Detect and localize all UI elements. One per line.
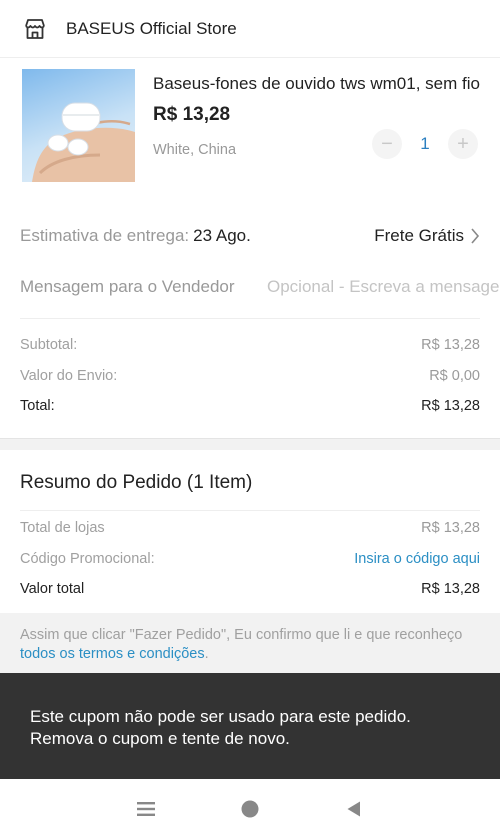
menu-icon[interactable] <box>94 789 198 829</box>
decrement-button[interactable]: − <box>372 129 402 159</box>
seller-message-label: Mensagem para o Vendedor <box>20 277 235 296</box>
error-toast: Este cupom não pode ser usado para este … <box>0 673 500 779</box>
delivery-label: Estimativa de entrega: <box>20 226 190 245</box>
back-icon[interactable] <box>302 789 406 829</box>
store-icon <box>22 16 48 42</box>
total-value: R$ 13,28 <box>421 398 480 414</box>
total-row: Total: R$ 13,28 <box>20 398 480 414</box>
store-name: BASEUS Official Store <box>66 18 237 38</box>
terms-notice: Assim que clicar "Fazer Pedido", Eu conf… <box>0 613 500 673</box>
shipping-option[interactable]: Frete Grátis <box>374 226 480 246</box>
promo-code-row: Código Promocional: Insira o código aqui <box>20 551 480 567</box>
seller-message-input[interactable] <box>267 266 500 308</box>
toast-line-1: Este cupom não pode ser usado para este … <box>30 707 411 726</box>
section-separator <box>0 438 500 450</box>
chevron-right-icon <box>470 228 480 244</box>
delivery-row[interactable]: Estimativa de entrega: 23 Ago. Frete Grá… <box>0 215 500 257</box>
subtotal-value: R$ 13,28 <box>421 337 480 353</box>
quantity-stepper: − 1 + <box>372 128 482 160</box>
promo-code-link[interactable]: Insira o código aqui <box>354 551 480 567</box>
total-label: Total: <box>20 398 55 414</box>
subtotal-row: Subtotal: R$ 13,28 <box>20 337 480 353</box>
subtotal-label: Subtotal: <box>20 337 78 353</box>
seller-message-row: Mensagem para o Vendedor <box>0 266 500 308</box>
grand-total-label: Valor total <box>20 581 85 597</box>
product-card: Baseus-fones de ouvido tws wm01, sem fio… <box>0 58 500 198</box>
toast-line-2: Remova o cupom e tente de novo. <box>30 729 290 748</box>
home-icon[interactable] <box>198 789 302 829</box>
stores-total-row: Total de lojas R$ 13,28 <box>20 520 480 536</box>
shipping-label: Frete Grátis <box>374 226 464 245</box>
product-thumbnail[interactable] <box>22 69 135 182</box>
grand-total-row: Valor total R$ 13,28 <box>20 581 480 597</box>
increment-button[interactable]: + <box>448 129 478 159</box>
shipping-cost-row: Valor do Envio: R$ 0,00 <box>20 368 480 384</box>
grand-total-value: R$ 13,28 <box>421 581 480 597</box>
product-variant[interactable]: White, China <box>153 142 236 158</box>
shipping-cost-label: Valor do Envio: <box>20 368 118 384</box>
system-navigation-bar <box>0 779 500 839</box>
divider <box>20 510 480 511</box>
promo-code-label: Código Promocional: <box>20 551 155 567</box>
product-price: R$ 13,28 <box>153 104 231 125</box>
delivery-date: 23 Ago. <box>193 226 251 245</box>
shipping-cost-value: R$ 0,00 <box>429 368 480 384</box>
divider <box>20 318 480 319</box>
product-title[interactable]: Baseus-fones de ouvido tws wm01, sem fio <box>153 74 483 94</box>
terms-link[interactable]: todos os termos e condições <box>20 646 205 662</box>
order-summary-title: Resumo do Pedido (1 Item) <box>20 472 253 493</box>
quantity-value: 1 <box>420 134 430 153</box>
stores-total-label: Total de lojas <box>20 520 105 536</box>
terms-text: Assim que clicar "Fazer Pedido", Eu conf… <box>20 627 463 643</box>
terms-suffix: . <box>204 646 209 662</box>
stores-total-value: R$ 13,28 <box>421 520 480 536</box>
store-header[interactable]: BASEUS Official Store <box>0 0 500 58</box>
